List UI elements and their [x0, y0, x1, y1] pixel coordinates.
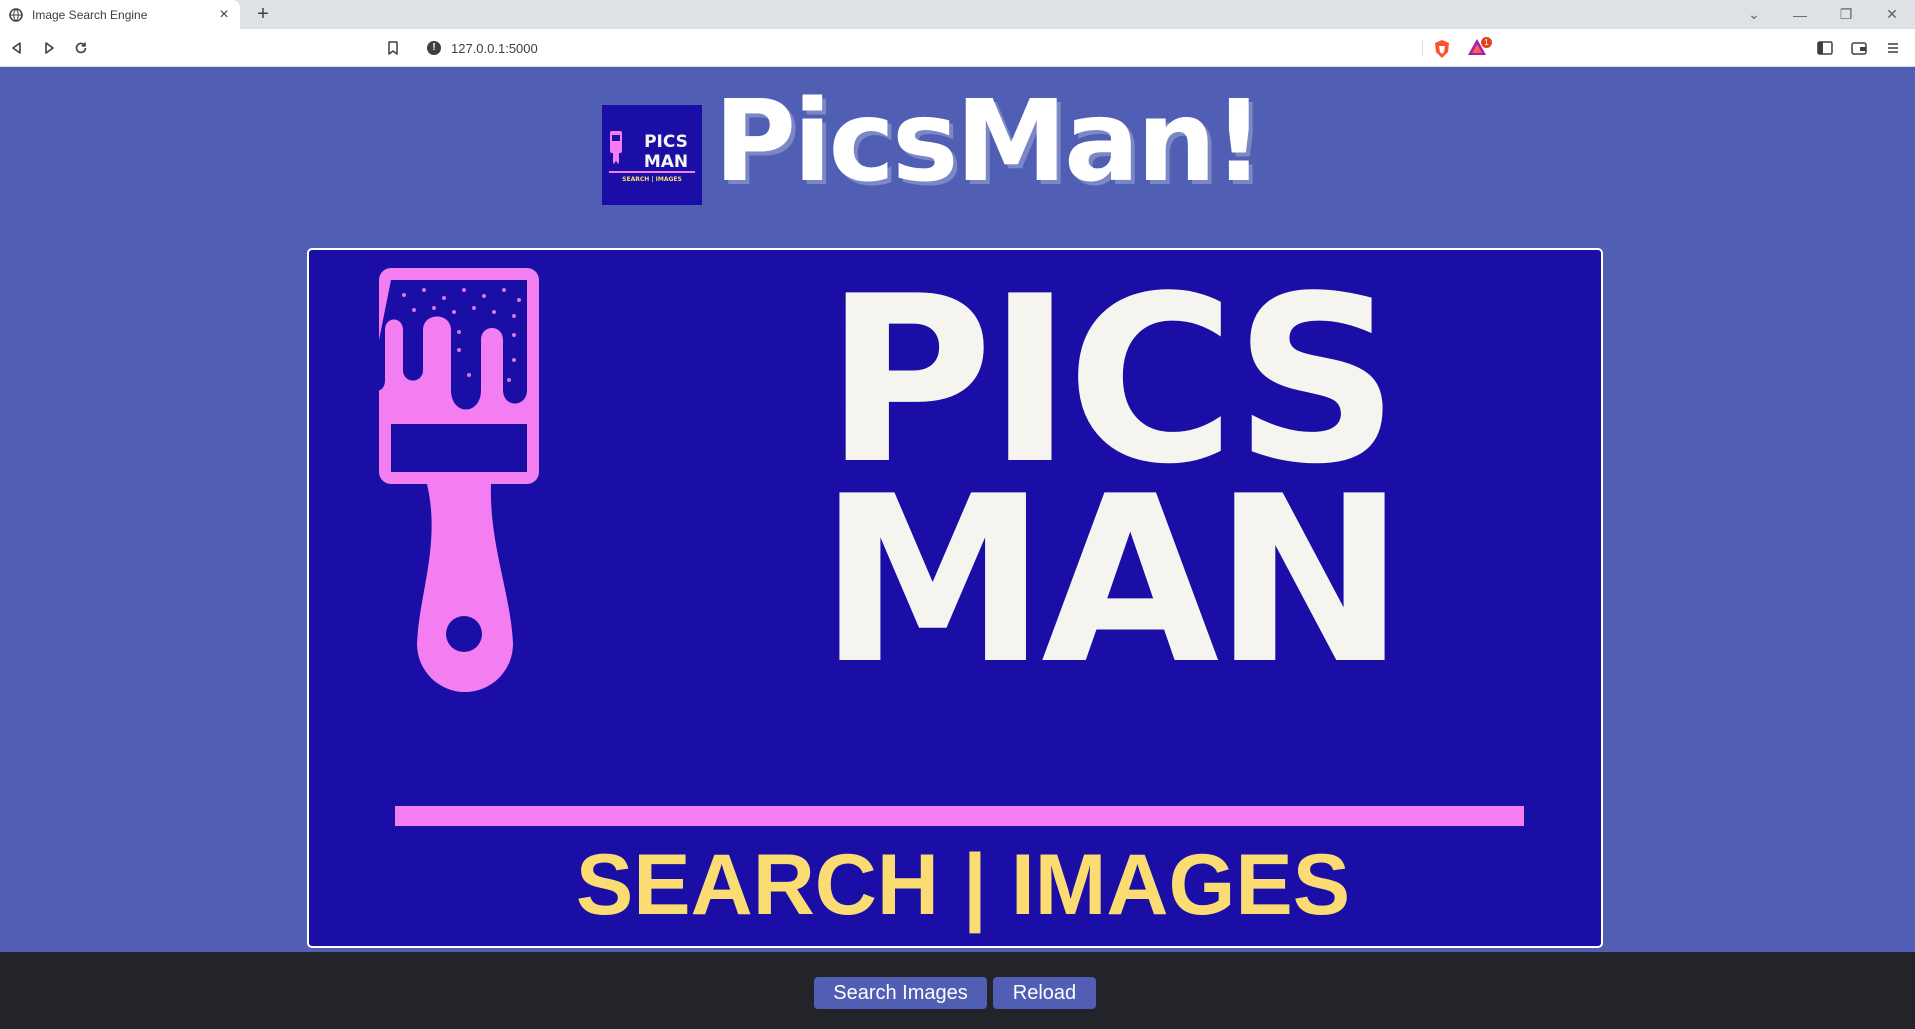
logo-text-man: MAN — [644, 152, 688, 172]
url-text: 127.0.0.1:5000 — [451, 40, 538, 56]
bookmark-icon[interactable] — [379, 34, 407, 62]
search-images-button[interactable]: Search Images — [814, 977, 987, 1009]
close-window-icon[interactable]: ✕ — [1869, 0, 1915, 29]
forward-icon[interactable] — [35, 34, 63, 62]
hero-text-man: MAN — [818, 448, 1399, 715]
browser-tab[interactable]: Image Search Engine × — [0, 0, 240, 29]
reload-icon[interactable] — [67, 34, 95, 62]
reload-button[interactable]: Reload — [993, 977, 1096, 1009]
brave-shield-icon[interactable] — [1433, 39, 1451, 64]
sidebar-icon[interactable] — [1811, 34, 1839, 62]
tab-search-icon[interactable]: ⌄ — [1731, 0, 1777, 29]
logo-tagline: SEARCH | IMAGES — [622, 176, 682, 183]
close-tab-icon[interactable]: × — [212, 0, 236, 29]
hero-logo-image: PICS MAN SEARCH | IMAGES — [307, 248, 1603, 948]
logo-text-pics: PICS — [644, 132, 688, 152]
site-info-icon[interactable]: ! — [427, 41, 441, 55]
paint-brush-icon — [371, 268, 539, 692]
omnibox-divider — [1422, 40, 1423, 56]
menu-icon[interactable] — [1879, 34, 1907, 62]
minimize-icon[interactable]: — — [1777, 0, 1823, 29]
hero-tagline: SEARCH | IMAGES — [576, 837, 1350, 933]
browser-toolbar: ! 127.0.0.1:5000 1 — [0, 29, 1915, 67]
rewards-badge: 1 — [1481, 37, 1492, 48]
globe-icon — [9, 7, 23, 22]
address-bar[interactable]: ! 127.0.0.1:5000 — [415, 34, 1495, 62]
wallet-icon[interactable] — [1845, 34, 1873, 62]
hero-divider — [395, 806, 1524, 826]
header-logo: PICS MAN SEARCH | IMAGES — [602, 105, 702, 205]
tab-title: Image Search Engine — [32, 7, 148, 22]
back-icon[interactable] — [3, 34, 31, 62]
new-tab-icon[interactable]: + — [251, 3, 275, 27]
tab-strip: Image Search Engine × + ⌄ — ❐ ✕ — [0, 0, 1915, 29]
restore-icon[interactable]: ❐ — [1823, 0, 1869, 29]
brand-title: PicsMan! — [714, 77, 1264, 207]
